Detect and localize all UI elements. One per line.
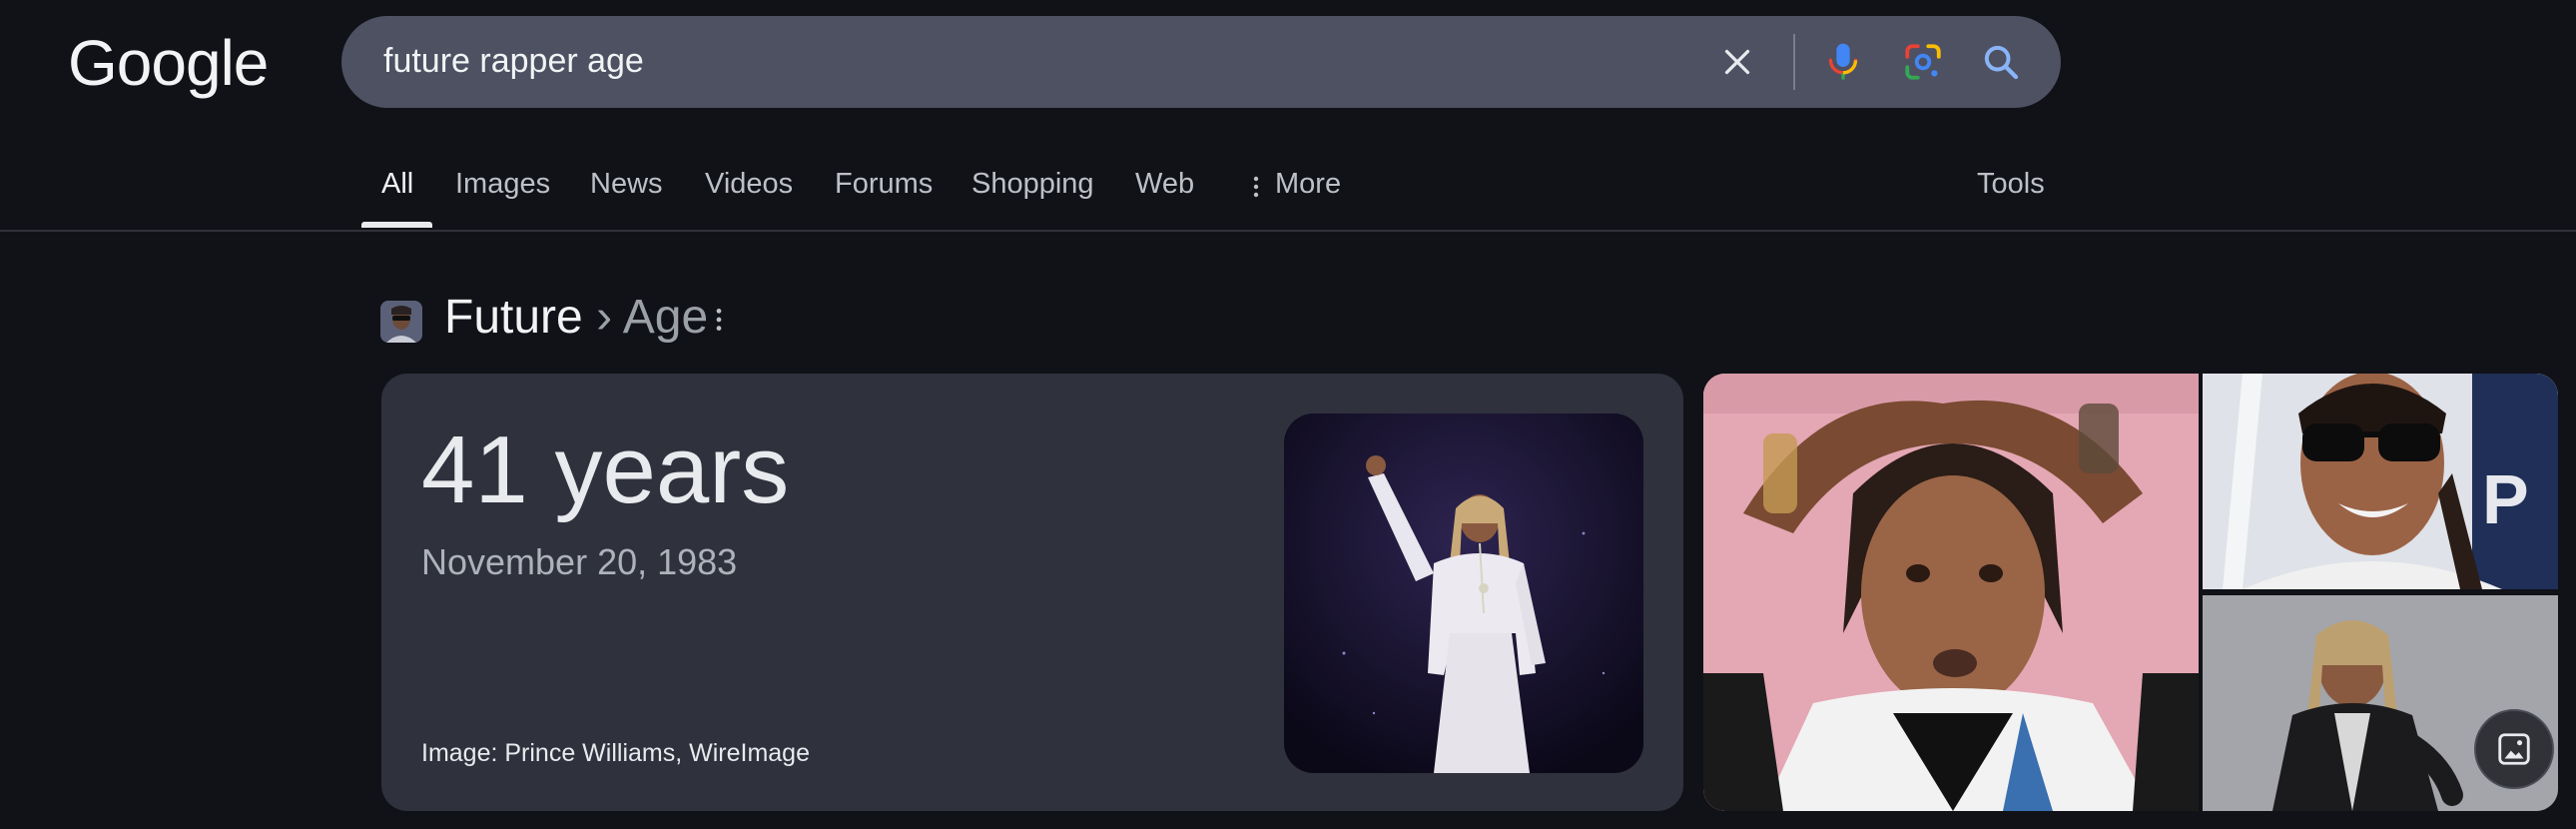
answer-card: 41 years November 20, 1983 Image: Prince…	[381, 374, 1683, 811]
search-bar[interactable]: future rapper age	[341, 16, 2061, 108]
search-bar-divider	[1793, 34, 1795, 90]
close-icon[interactable]	[1713, 38, 1761, 86]
attribute-name: Age	[622, 291, 709, 344]
search-results-page: Google future rapper age All Images News…	[0, 0, 2576, 829]
birth-date: November 20, 1983	[421, 541, 738, 582]
google-logo[interactable]: Google	[68, 26, 269, 100]
breadcrumb-separator: ›	[596, 291, 613, 344]
tab-images[interactable]: Images	[455, 168, 550, 201]
entity-name[interactable]: Future	[444, 291, 583, 344]
tools-button[interactable]: Tools	[1977, 168, 2045, 201]
tab-all[interactable]: All	[381, 168, 413, 201]
tab-forums[interactable]: Forums	[835, 168, 933, 201]
microphone-icon[interactable]	[1819, 38, 1867, 86]
search-icon[interactable]	[1977, 38, 2025, 86]
tabs-divider	[0, 230, 2576, 232]
search-input[interactable]: future rapper age	[383, 42, 644, 81]
performer-photo[interactable]	[1284, 414, 1643, 773]
image-credit: Image: Prince Williams, WireImage	[421, 739, 810, 767]
lens-icon[interactable]	[1899, 38, 1947, 86]
answer-heading: Future › Age	[444, 290, 708, 345]
tab-videos[interactable]: Videos	[705, 168, 793, 201]
tab-news[interactable]: News	[590, 168, 663, 201]
tab-more[interactable]: More	[1275, 168, 1341, 201]
image-result-main[interactable]	[1703, 374, 2199, 811]
more-options-icon[interactable]	[711, 306, 727, 339]
svg-text:P: P	[2482, 460, 2529, 538]
tab-web[interactable]: Web	[1135, 168, 1194, 201]
image-search-icon[interactable]	[2474, 709, 2554, 789]
image-result-top-right[interactable]: P	[2203, 374, 2558, 589]
age-answer: 41 years	[421, 416, 790, 523]
tab-shopping[interactable]: Shopping	[971, 168, 1094, 201]
active-tab-indicator	[361, 222, 432, 228]
entity-thumbnail[interactable]	[380, 301, 422, 343]
more-vert-icon[interactable]	[1248, 174, 1264, 205]
